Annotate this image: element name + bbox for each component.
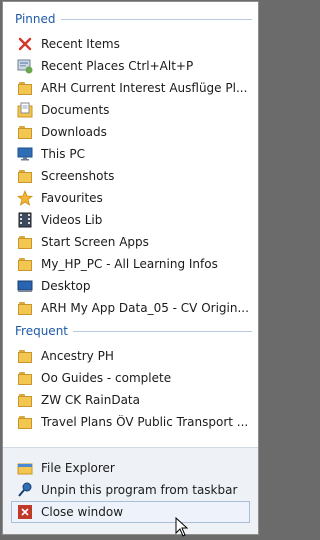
folder-icon (17, 392, 33, 408)
unpin-label: Unpin this program from taskbar (41, 483, 238, 497)
pinned-item-label: Screenshots (41, 169, 115, 183)
file-explorer-label: File Explorer (41, 461, 115, 475)
folder-icon (17, 370, 33, 386)
file-explorer-button[interactable]: File Explorer (11, 457, 250, 479)
mouse-cursor-icon (175, 516, 191, 540)
close-window-button[interactable]: Close window (11, 501, 250, 523)
pinned-item-arh-current-interest[interactable]: ARH Current Interest Ausflüge Pl... (11, 77, 250, 99)
pinned-item-label: ARH Current Interest Ausflüge Pl... (41, 81, 248, 95)
videos-library-icon (17, 212, 33, 228)
folder-icon (17, 80, 33, 96)
folder-icon (17, 414, 33, 430)
close-window-label: Close window (41, 505, 124, 519)
frequent-item-oo-guides[interactable]: Oo Guides - complete (11, 367, 250, 389)
pinned-item-label: My_HP_PC - All Learning Infos (41, 257, 218, 271)
documents-icon (17, 102, 33, 118)
pinned-header: Pinned (3, 10, 258, 30)
tasks-footer: File Explorer Unpin this program from ta… (3, 447, 258, 534)
pinned-item-start-screen-apps[interactable]: Start Screen Apps (11, 231, 250, 253)
close-icon (17, 504, 33, 520)
folder-icon (17, 300, 33, 316)
frequent-item-label: Ancestry PH (41, 349, 114, 363)
pinned-item-label: Favourites (41, 191, 103, 205)
frequent-item-ancestry-ph[interactable]: Ancestry PH (11, 345, 250, 367)
pinned-item-screenshots[interactable]: Screenshots (11, 165, 250, 187)
folder-icon (17, 168, 33, 184)
pinned-item-label: Start Screen Apps (41, 235, 149, 249)
frequent-item-zw-ck-raindata[interactable]: ZW CK RainData (11, 389, 250, 411)
recent-items-icon (17, 36, 33, 52)
this-pc-icon (17, 146, 33, 162)
folder-icon (17, 256, 33, 272)
pinned-title: Pinned (15, 12, 56, 26)
pinned-item-label: Downloads (41, 125, 107, 139)
pinned-item-favourites[interactable]: Favourites (11, 187, 250, 209)
pinned-item-my-hp-pc[interactable]: My_HP_PC - All Learning Infos (11, 253, 250, 275)
pinned-item-desktop[interactable]: Desktop (11, 275, 250, 297)
pinned-divider (61, 19, 252, 20)
pinned-item-label: Videos Lib (41, 213, 103, 227)
pinned-item-recent-places[interactable]: Recent Places Ctrl+Alt+P (11, 55, 250, 77)
folder-icon (17, 348, 33, 364)
frequent-item-travel-plans[interactable]: Travel Plans ÖV Public Transport ... (11, 411, 250, 433)
pinned-item-label: ARH My App Data_05 - CV Origin... (41, 301, 248, 315)
pinned-item-recent-items[interactable]: Recent Items (11, 33, 250, 55)
pinned-item-label: Recent Places Ctrl+Alt+P (41, 59, 194, 73)
pinned-item-label: Recent Items (41, 37, 120, 51)
frequent-item-label: Travel Plans ÖV Public Transport ... (41, 415, 248, 429)
frequent-item-label: ZW CK RainData (41, 393, 140, 407)
file-explorer-icon (17, 460, 33, 476)
pinned-item-arh-my-app-data[interactable]: ARH My App Data_05 - CV Origin... (11, 297, 250, 319)
pinned-item-label: This PC (41, 147, 85, 161)
jump-list: Pinned Recent Items Recent Places Ctrl+A… (2, 1, 259, 535)
downloads-icon (17, 124, 33, 140)
folder-icon (17, 234, 33, 250)
pinned-item-documents[interactable]: Documents (11, 99, 250, 121)
frequent-item-label: Oo Guides - complete (41, 371, 172, 385)
pinned-item-this-pc[interactable]: This PC (11, 143, 250, 165)
pinned-item-downloads[interactable]: Downloads (11, 121, 250, 143)
frequent-title: Frequent (15, 324, 68, 338)
frequent-divider (73, 331, 252, 332)
unpin-from-taskbar-button[interactable]: Unpin this program from taskbar (11, 479, 250, 501)
desktop-icon (17, 278, 33, 294)
pinned-item-label: Desktop (41, 279, 91, 293)
pinned-item-videos-lib[interactable]: Videos Lib (11, 209, 250, 231)
unpin-icon (17, 482, 33, 498)
favourites-star-icon (16, 189, 34, 206)
pinned-item-label: Documents (41, 103, 110, 117)
frequent-header: Frequent (3, 322, 258, 342)
recent-places-icon (17, 58, 33, 74)
